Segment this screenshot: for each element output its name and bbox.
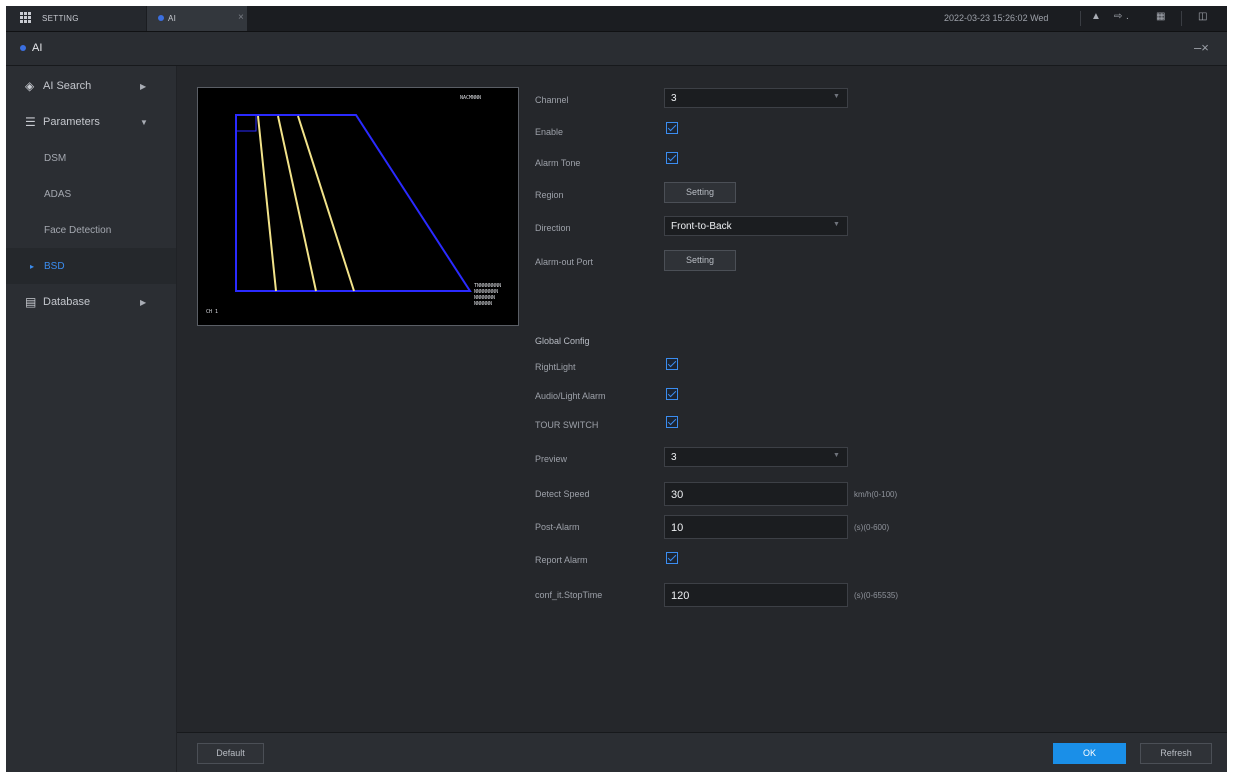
default-button[interactable]: Default — [197, 743, 264, 764]
tab-ai-label: AI — [168, 14, 177, 23]
close-tab-icon[interactable]: × — [238, 12, 244, 23]
page-title: AI — [32, 42, 43, 54]
sidebar-item-ai-search[interactable]: ◈ AI Search ▶ — [6, 68, 176, 104]
direction-value: Front-to-Back — [671, 221, 732, 232]
sidebar-item-label: Database — [43, 296, 91, 308]
sidebar-item-label: DSM — [44, 152, 67, 164]
report-alarm-checkbox[interactable] — [666, 552, 678, 564]
channel-select[interactable]: 3 ▼ — [664, 88, 848, 108]
window-controls[interactable]: –× — [1194, 40, 1209, 55]
stop-time-label: conf_it.StopTime — [535, 590, 603, 600]
osd-line: NNNNNN — [474, 301, 493, 307]
user-icon[interactable]: ▲ — [1091, 11, 1101, 22]
right-light-checkbox[interactable] — [666, 358, 678, 370]
enable-checkbox[interactable] — [666, 122, 678, 134]
caret-right-icon: ▸ — [30, 261, 35, 271]
stop-time-value: 120 — [671, 590, 690, 602]
channel-label: Channel — [535, 95, 569, 105]
post-alarm-unit: (s)(0-600) — [854, 523, 890, 532]
ai-dot-icon — [20, 45, 26, 51]
refresh-button[interactable]: Refresh — [1140, 743, 1212, 764]
lock-screen-icon[interactable]: ◫ — [1198, 11, 1207, 22]
lane-line — [277, 115, 317, 292]
ai-search-icon: ◈ — [25, 79, 35, 93]
app-window: SETTING AI × 2022-03-23 15:26:02 Wed ▲ ⇨… — [6, 6, 1227, 772]
chevron-right-icon: ▶ — [140, 297, 147, 307]
top-bar: SETTING AI × 2022-03-23 15:26:02 Wed ▲ ⇨… — [6, 6, 1227, 32]
footer-bar: Default OK Refresh — [177, 732, 1227, 772]
datetime: 2022-03-23 15:26:02 Wed — [944, 13, 1049, 23]
sidebar-item-parameters[interactable]: ☰ Parameters ▼ — [6, 104, 176, 140]
sidebar-item-label: AI Search — [43, 80, 92, 92]
chevron-down-icon: ▼ — [833, 93, 840, 100]
detect-speed-unit: km/h(0-100) — [854, 490, 898, 499]
sidebar-item-label: BSD — [44, 260, 65, 272]
sidebar-item-label: Face Detection — [44, 224, 112, 236]
chevron-down-icon: ▼ — [140, 117, 148, 127]
detect-speed-value: 30 — [671, 489, 684, 501]
global-config-heading: Global Config — [535, 336, 590, 346]
sidebar-item-label: Parameters — [43, 116, 100, 128]
sidebar: ◈ AI Search ▶ ☰ Parameters ▼ DSM ADAS Fa… — [6, 66, 176, 772]
chevron-right-icon: ▶ — [140, 81, 147, 91]
enable-label: Enable — [535, 127, 564, 137]
sidebar-item-database[interactable]: ▤ Database ▶ — [6, 284, 176, 320]
tab-ai[interactable]: AI × — [147, 6, 247, 31]
tour-switch-label: TOUR SWITCH — [535, 420, 599, 430]
ai-dot-icon — [158, 15, 164, 21]
divider — [1181, 11, 1182, 26]
region-overlay — [235, 114, 472, 292]
lane-line — [297, 115, 355, 292]
sidebar-item-bsd[interactable]: ▸ BSD — [6, 248, 176, 284]
direction-select[interactable]: Front-to-Back ▼ — [664, 216, 848, 236]
detection-region — [235, 114, 472, 292]
osd-channel: CH 1 — [206, 309, 219, 315]
alarm-out-label: Alarm-out Port — [535, 257, 594, 267]
detect-speed-input[interactable]: 30 — [664, 482, 848, 506]
stop-time-input[interactable]: 120 — [664, 583, 848, 607]
tour-switch-checkbox[interactable] — [666, 416, 678, 428]
post-alarm-input[interactable]: 10 — [664, 515, 848, 539]
sidebar-item-face-detection[interactable]: Face Detection — [6, 212, 176, 248]
right-light-label: RightLight — [535, 362, 576, 372]
tab-setting-label: SETTING — [42, 14, 79, 23]
post-alarm-label: Post-Alarm — [535, 522, 580, 532]
lane-line — [257, 115, 277, 292]
ok-button[interactable]: OK — [1053, 743, 1126, 764]
tab-setting[interactable]: SETTING — [6, 6, 146, 31]
dropdown-dot-icon[interactable]: . — [1126, 11, 1129, 22]
logout-icon[interactable]: ⇨ — [1114, 11, 1122, 22]
osd-top-right: NACMNNN — [460, 95, 482, 101]
sidebar-item-dsm[interactable]: DSM — [6, 140, 176, 176]
post-alarm-value: 10 — [671, 522, 684, 534]
alarm-tone-checkbox[interactable] — [666, 152, 678, 164]
list-icon: ☰ — [25, 115, 36, 129]
preview-value: 3 — [671, 452, 677, 463]
report-alarm-label: Report Alarm — [535, 555, 588, 565]
channel-value: 3 — [671, 93, 677, 104]
region-label: Region — [535, 190, 564, 200]
alarm-tone-label: Alarm Tone — [535, 158, 581, 168]
region-handle — [235, 114, 257, 132]
grid-menu-icon — [20, 12, 32, 23]
chevron-down-icon: ▼ — [833, 452, 840, 459]
stop-time-unit: (s)(0-65535) — [854, 591, 899, 600]
audio-light-alarm-label: Audio/Light Alarm — [535, 391, 606, 401]
chevron-down-icon: ▼ — [833, 221, 840, 228]
database-icon: ▤ — [25, 295, 37, 309]
divider — [1080, 11, 1081, 26]
preview-select[interactable]: 3 ▼ — [664, 447, 848, 467]
title-bar: AI –× — [6, 32, 1227, 66]
apps-grid-icon[interactable]: ▦ — [1156, 11, 1165, 22]
alarm-out-setting-button[interactable]: Setting — [664, 250, 736, 271]
sidebar-item-adas[interactable]: ADAS — [6, 176, 176, 212]
detect-speed-label: Detect Speed — [535, 489, 590, 499]
camera-preview[interactable]: NACMNNN CH 1 TNNNNNNNN NNNNNNNN NNNNNNN … — [197, 87, 519, 326]
audio-light-alarm-checkbox[interactable] — [666, 388, 678, 400]
preview-label: Preview — [535, 454, 568, 464]
direction-label: Direction — [535, 223, 571, 233]
sidebar-item-label: ADAS — [44, 188, 72, 200]
region-setting-button[interactable]: Setting — [664, 182, 736, 203]
